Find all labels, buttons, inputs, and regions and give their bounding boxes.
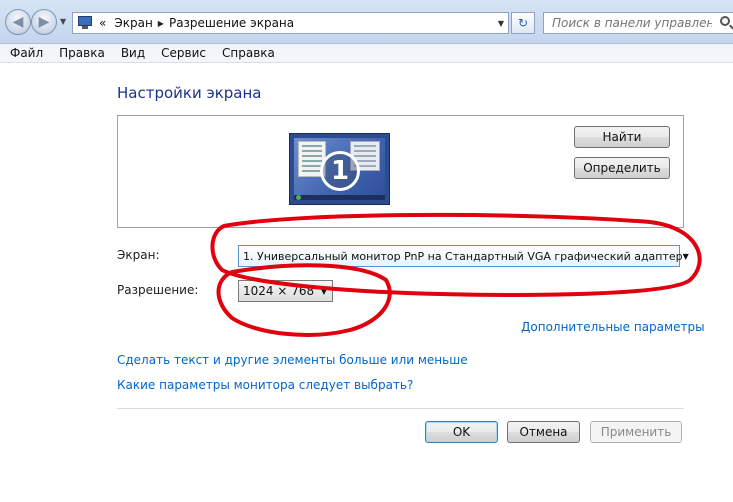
recent-pages-dropdown-icon[interactable]: ▼ xyxy=(60,17,66,26)
search-input[interactable] xyxy=(544,13,712,33)
apply-button: Применить xyxy=(590,421,682,443)
breadcrumb-item-display[interactable]: Экран xyxy=(114,16,152,30)
cancel-button[interactable]: Отмена xyxy=(507,421,580,443)
forward-button[interactable]: ▶ xyxy=(31,9,57,35)
monitor-screen: 1 xyxy=(294,138,385,200)
identify-button[interactable]: Определить xyxy=(574,157,670,179)
forward-arrow-icon: ▶ xyxy=(38,14,50,30)
divider xyxy=(117,408,684,409)
breadcrumb-item-resolution[interactable]: Разрешение экрана xyxy=(169,16,294,30)
monitor-1-thumbnail[interactable]: 1 xyxy=(289,133,390,205)
address-bar[interactable]: « Экран ▶ Разрешение экрана ▼ xyxy=(72,12,509,34)
ok-button[interactable]: OK xyxy=(425,421,498,443)
menu-bar: Файл Правка Вид Сервис Справка xyxy=(0,44,733,63)
start-orb-icon xyxy=(296,195,301,200)
refresh-button[interactable]: ↻ xyxy=(511,12,535,34)
menu-tools[interactable]: Сервис xyxy=(153,46,214,60)
menu-edit[interactable]: Правка xyxy=(51,46,113,60)
chevron-down-icon: ▼ xyxy=(320,286,327,296)
which-settings-link[interactable]: Какие параметры монитора следует выбрать… xyxy=(117,378,413,392)
address-dropdown-icon[interactable]: ▼ xyxy=(498,19,504,28)
display-control-panel-icon xyxy=(77,16,93,30)
back-arrow-icon: ◀ xyxy=(12,14,24,30)
chevron-down-icon: ▼ xyxy=(682,251,689,261)
address-toolbar: ◀ ▶ ▼ « Экран ▶ Разрешение экрана ▼ ↻ xyxy=(0,0,733,44)
resolution-select-value: 1024 × 768 xyxy=(243,284,315,298)
find-button[interactable]: Найти xyxy=(574,126,670,148)
menu-view[interactable]: Вид xyxy=(113,46,153,60)
advanced-settings-link[interactable]: Дополнительные параметры xyxy=(521,320,705,334)
refresh-icon: ↻ xyxy=(517,16,529,30)
taskbar-thumbnail xyxy=(294,195,385,200)
monitor-number-badge: 1 xyxy=(320,151,360,191)
breadcrumb-separator-icon[interactable]: ▶ xyxy=(158,19,164,28)
resolution-select[interactable]: 1024 × 768 ▼ xyxy=(238,280,333,302)
search-icon[interactable] xyxy=(720,16,730,26)
text-size-link[interactable]: Сделать текст и другие элементы больше и… xyxy=(117,353,468,367)
breadcrumb-overflow[interactable]: « xyxy=(99,16,106,30)
menu-file[interactable]: Файл xyxy=(2,46,51,60)
back-button[interactable]: ◀ xyxy=(5,9,31,35)
screen-select-value: 1. Универсальный монитор PnP на Стандарт… xyxy=(243,249,683,263)
screen-select[interactable]: 1. Универсальный монитор PnP на Стандарт… xyxy=(238,245,689,267)
screen-label: Экран: xyxy=(117,248,160,262)
menu-help[interactable]: Справка xyxy=(214,46,283,60)
search-box[interactable] xyxy=(543,12,733,34)
page-title: Настройки экрана xyxy=(117,84,262,102)
resolution-label: Разрешение: xyxy=(117,283,199,297)
